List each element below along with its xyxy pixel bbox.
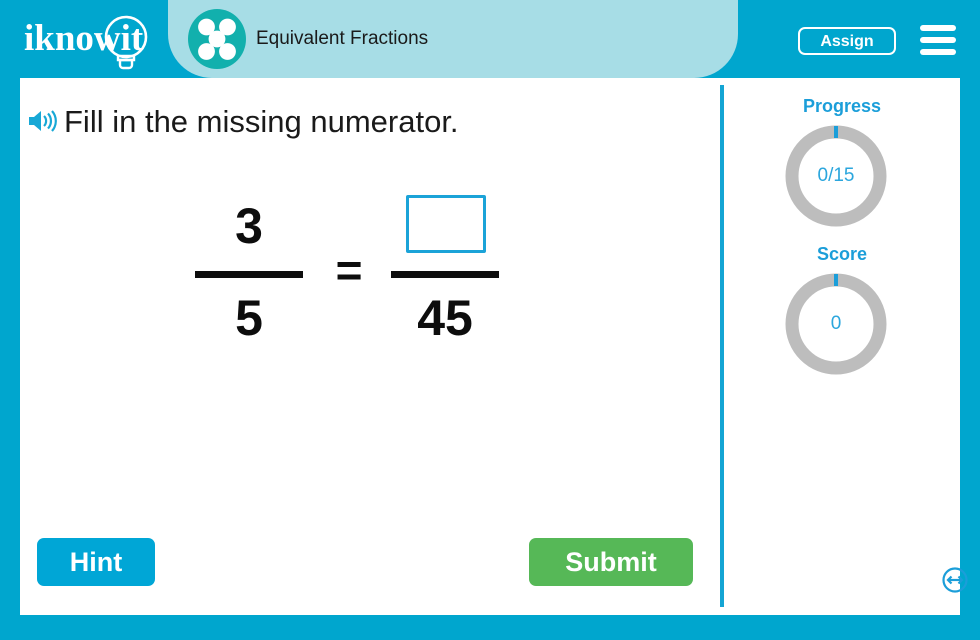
score-label: Score xyxy=(816,244,868,264)
right-fraction: 45 xyxy=(386,183,504,363)
left-fraction: 3 5 xyxy=(190,183,308,363)
menu-bar xyxy=(920,37,956,43)
svg-text:iknowit: iknowit xyxy=(24,18,144,59)
assign-button[interactable]: Assign xyxy=(798,27,896,55)
iknowit-logo[interactable]: iknowit xyxy=(22,14,168,70)
submit-button[interactable]: Submit xyxy=(529,538,693,586)
right-denominator: 45 xyxy=(417,290,473,346)
right-fraction-bar xyxy=(391,271,499,278)
resize-horizontal-icon[interactable] xyxy=(942,567,968,593)
status-side-panel: Progress 0/15 Score 0 xyxy=(724,78,968,615)
left-fraction-bar xyxy=(195,271,303,278)
score-value: 0 xyxy=(830,313,842,334)
content-card: Fill in the missing numerator. 3 5 = 45 … xyxy=(20,78,968,615)
numerator-answer-input[interactable] xyxy=(406,195,486,253)
hamburger-menu-icon[interactable] xyxy=(920,25,956,55)
application-frame: iknowit Equivalent Fractions Assign Fill… xyxy=(0,0,980,640)
lesson-title-bar: Equivalent Fractions xyxy=(168,0,738,78)
equals-sign: = xyxy=(335,244,363,296)
fraction-equation: 3 5 = 45 xyxy=(190,183,530,363)
menu-bar xyxy=(920,49,956,55)
question-prompt: Fill in the missing numerator. xyxy=(64,104,459,139)
app-header: iknowit Equivalent Fractions Assign xyxy=(0,0,980,78)
speaker-icon[interactable] xyxy=(28,108,58,134)
question-row: Fill in the missing numerator. xyxy=(28,100,668,146)
left-denominator: 5 xyxy=(235,290,263,346)
five-dots-circle-icon xyxy=(188,9,246,69)
progress-value: 0/15 xyxy=(817,165,855,186)
lesson-title: Equivalent Fractions xyxy=(256,28,429,49)
menu-bar xyxy=(920,25,956,31)
progress-label: Progress xyxy=(802,96,882,116)
hint-button[interactable]: Hint xyxy=(37,538,155,586)
left-numerator: 3 xyxy=(235,198,263,254)
